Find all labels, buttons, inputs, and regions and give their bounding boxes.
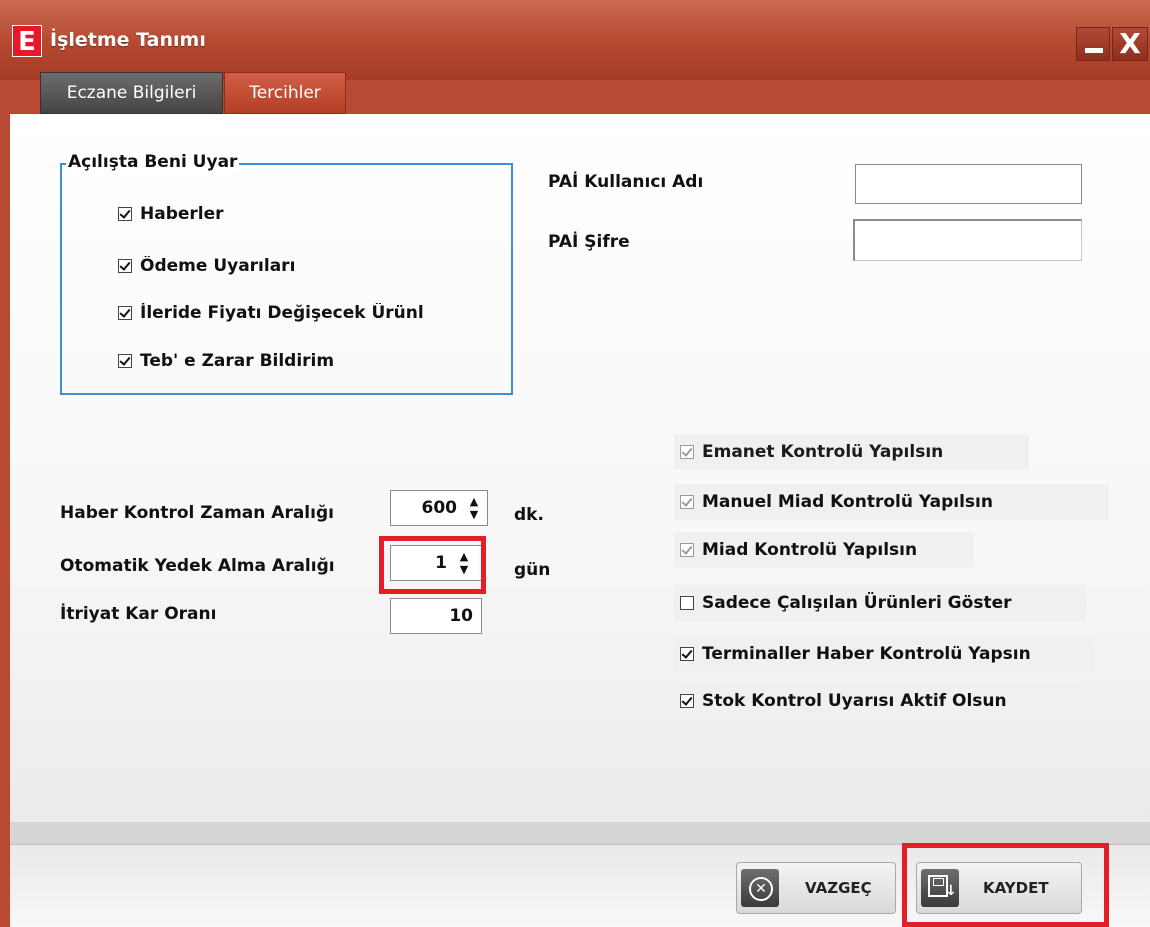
news-interval-stepper[interactable]: 600 ▲ ▼ bbox=[390, 490, 488, 526]
tab-eczane-bilgileri[interactable]: Eczane Bilgileri bbox=[40, 72, 223, 114]
option-terminaller-haber[interactable]: Terminaller Haber Kontrolü Yapsın bbox=[674, 636, 1094, 672]
close-button[interactable]: X bbox=[1112, 27, 1148, 61]
option-stok-kontrol[interactable]: Stok Kontrol Uyarısı Aktif Olsun bbox=[674, 683, 1086, 719]
window-title: İşletme Tanımı bbox=[50, 29, 206, 51]
checkbox-ileride-fiyati[interactable]: İleride Fiyatı Değişecek Ürünl bbox=[118, 303, 456, 323]
perfume-margin-input[interactable]: 10 bbox=[390, 598, 482, 634]
checkbox-label: Stok Kontrol Uyarısı Aktif Olsun bbox=[702, 691, 1007, 711]
news-interval-label: Haber Kontrol Zaman Aralığı bbox=[60, 503, 334, 523]
pai-password-input[interactable] bbox=[853, 219, 1082, 261]
startup-warnings-title: Açılışta Beni Uyar bbox=[66, 152, 240, 172]
news-interval-value: 600 bbox=[421, 498, 458, 518]
backup-interval-value: 1 bbox=[435, 553, 447, 573]
checkbox-teb-zarar[interactable]: Teb' e Zarar Bildirim bbox=[118, 351, 334, 371]
checkbox-box[interactable] bbox=[680, 445, 694, 459]
app-logo-icon: E bbox=[12, 25, 42, 57]
save-button-label: KAYDET bbox=[983, 879, 1049, 897]
spin-arrows-icon[interactable]: ▲ ▼ bbox=[457, 550, 471, 576]
checkbox-odeme-uyarilari[interactable]: Ödeme Uyarıları bbox=[118, 256, 295, 276]
checkbox-box[interactable] bbox=[118, 259, 132, 273]
cancel-button[interactable]: ✕ VAZGEÇ bbox=[736, 862, 896, 914]
option-miad-kontrolu[interactable]: Miad Kontrolü Yapılsın bbox=[674, 532, 974, 568]
checkbox-box[interactable] bbox=[680, 543, 694, 557]
news-interval-unit: dk. bbox=[514, 505, 544, 525]
backup-interval-label: Otomatik Yedek Alma Aralığı bbox=[60, 556, 335, 576]
option-sadece-calisilan[interactable]: Sadece Çalışılan Ürünleri Göster bbox=[674, 585, 1086, 621]
tab-tercihler[interactable]: Tercihler bbox=[224, 72, 346, 114]
checkbox-label: Ödeme Uyarıları bbox=[140, 256, 296, 276]
checkbox-label: Sadece Çalışılan Ürünleri Göster bbox=[702, 593, 1012, 613]
save-button[interactable]: ↓ KAYDET bbox=[916, 862, 1082, 914]
option-emanet-kontrolu[interactable]: Emanet Kontrolü Yapılsın bbox=[674, 434, 1029, 470]
content-divider bbox=[10, 822, 1150, 844]
checkbox-box[interactable] bbox=[118, 207, 132, 221]
pai-username-label: PAİ Kullanıcı Adı bbox=[548, 172, 704, 192]
backup-interval-stepper[interactable]: 1 ▲ ▼ bbox=[390, 545, 482, 581]
pai-password-label: PAİ Şifre bbox=[548, 232, 630, 252]
checkbox-box[interactable] bbox=[680, 596, 694, 610]
cancel-button-label: VAZGEÇ bbox=[805, 879, 872, 897]
checkbox-label: Manuel Miad Kontrolü Yapılsın bbox=[702, 492, 993, 512]
checkbox-box[interactable] bbox=[680, 694, 694, 708]
checkbox-haberler[interactable]: Haberler bbox=[118, 204, 224, 224]
checkbox-label: İleride Fiyatı Değişecek Ürünl bbox=[140, 303, 424, 323]
checkbox-label: Teb' e Zarar Bildirim bbox=[140, 351, 335, 371]
option-manuel-miad[interactable]: Manuel Miad Kontrolü Yapılsın bbox=[674, 484, 1109, 520]
checkbox-box[interactable] bbox=[680, 495, 694, 509]
save-disk-icon: ↓ bbox=[921, 869, 959, 907]
checkbox-box[interactable] bbox=[118, 306, 132, 320]
checkbox-label: Haberler bbox=[140, 204, 224, 224]
spin-arrows-icon[interactable]: ▲ ▼ bbox=[467, 495, 481, 521]
minimize-button[interactable] bbox=[1076, 27, 1110, 61]
checkbox-label: Emanet Kontrolü Yapılsın bbox=[702, 442, 944, 462]
checkbox-box[interactable] bbox=[680, 647, 694, 661]
pai-username-input[interactable] bbox=[855, 164, 1082, 204]
checkbox-box[interactable] bbox=[118, 354, 132, 368]
backup-interval-unit: gün bbox=[514, 560, 551, 580]
perfume-margin-label: İtriyat Kar Oranı bbox=[60, 604, 217, 624]
app-window: E İşletme Tanımı X Eczane Bilgileri Terc… bbox=[0, 0, 1150, 927]
checkbox-label: Miad Kontrolü Yapılsın bbox=[702, 540, 918, 560]
cancel-icon: ✕ bbox=[741, 869, 779, 907]
checkbox-label: Terminaller Haber Kontrolü Yapsın bbox=[702, 644, 1031, 664]
